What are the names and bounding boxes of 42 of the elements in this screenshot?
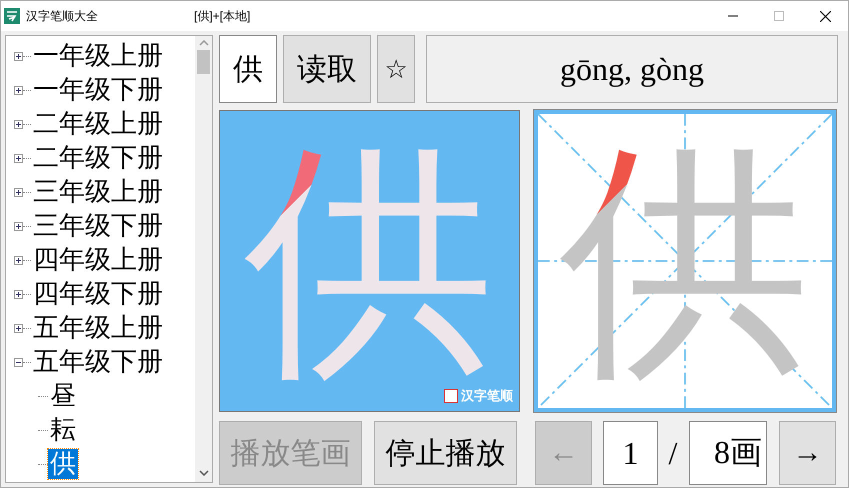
window-subtitle: [供]+[本地] (194, 8, 250, 24)
tree-item[interactable]: 五年级上册 (31, 313, 165, 343)
expander-icon[interactable] (14, 86, 23, 94)
expander-icon[interactable] (14, 120, 23, 128)
expander-icon[interactable] (14, 324, 23, 332)
expander-icon[interactable] (14, 188, 23, 196)
close-icon (820, 10, 830, 22)
expander-icon[interactable] (14, 290, 23, 298)
expander-icon[interactable] (14, 256, 23, 264)
panel-logo-text: 汉字笔顺 (461, 387, 513, 405)
tree-item[interactable]: 耘 (48, 415, 78, 445)
maximize-icon (774, 11, 784, 21)
tree-item[interactable]: 一年级上册 (31, 41, 165, 71)
favorite-button[interactable]: ☆ (377, 35, 415, 103)
stop-playback-button[interactable]: 停止播放 (374, 421, 517, 485)
app-logo-icon (4, 8, 20, 24)
window-title: 汉字笔顺大全 (26, 8, 98, 24)
tree-item[interactable]: 二年级上册 (31, 109, 165, 139)
seal-icon (444, 389, 458, 403)
tree-item[interactable]: 二年级下册 (31, 143, 165, 173)
expander-icon[interactable] (14, 358, 23, 366)
tree-item[interactable]: 四年级下册 (31, 279, 165, 309)
read-button[interactable]: 读取 (283, 35, 371, 103)
character-field[interactable]: 供 (219, 35, 277, 103)
scrollbar[interactable] (195, 36, 212, 482)
scrollbar-thumb[interactable] (197, 50, 210, 74)
current-stroke-field[interactable]: 1 (603, 421, 658, 485)
expander-icon[interactable] (14, 154, 23, 162)
tree-item[interactable]: 四年级上册 (31, 245, 165, 275)
tree-item[interactable]: 一年级下册 (31, 75, 165, 105)
scroll-down-icon[interactable] (198, 470, 208, 476)
tree-item[interactable]: 三年级上册 (31, 177, 165, 207)
tree-item[interactable]: 三年级下册 (31, 211, 165, 241)
stroke-separator: / (668, 434, 678, 472)
pinyin-display: gōng, gòng (426, 35, 838, 103)
expander-icon[interactable] (14, 222, 23, 230)
total-strokes-field: 8画 (689, 421, 767, 485)
next-stroke-button[interactable]: → (779, 421, 836, 485)
tree-item[interactable]: 五年级下册 (31, 347, 165, 377)
expander-icon[interactable] (14, 52, 23, 60)
tree-item[interactable]: 昼 (48, 381, 78, 411)
tree-item[interactable]: 供 (48, 449, 78, 479)
